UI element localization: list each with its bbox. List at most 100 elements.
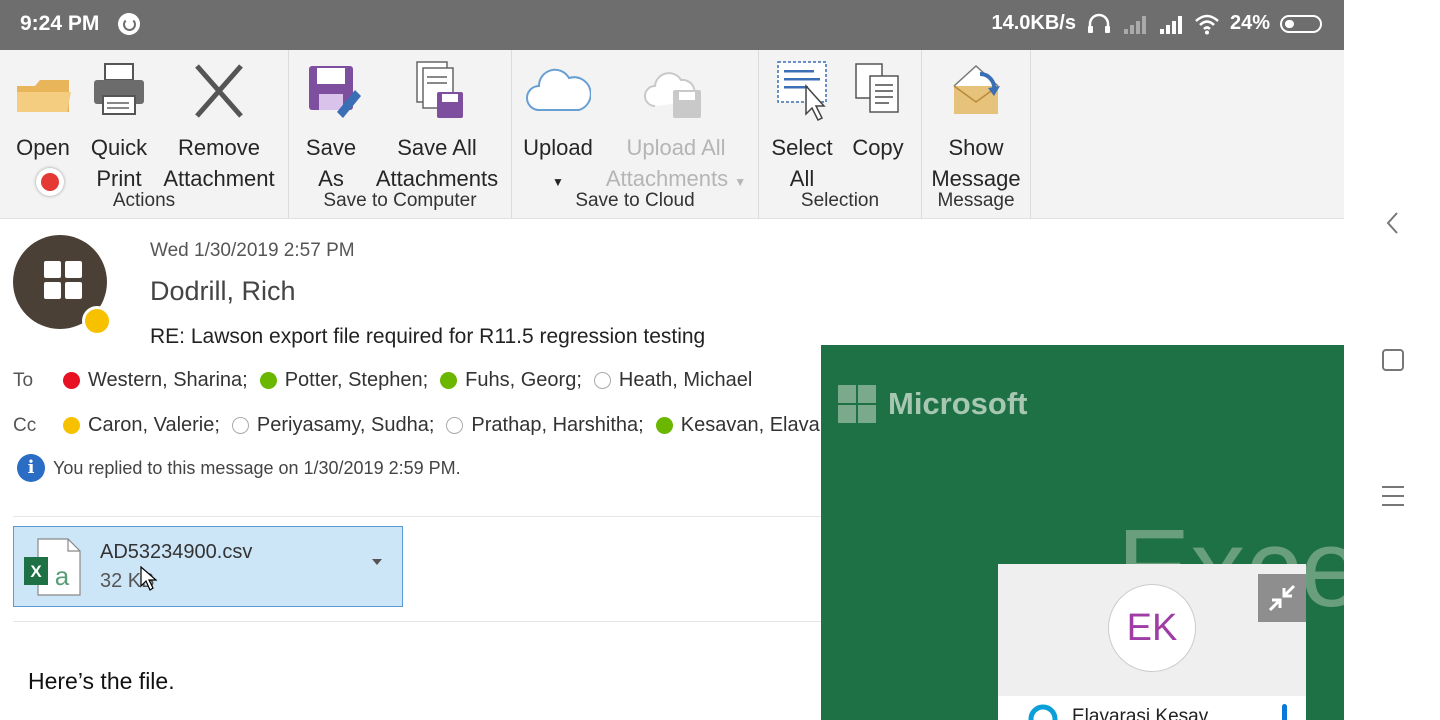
- select-all-icon: [777, 61, 827, 122]
- show-label-1: Show: [948, 135, 1004, 160]
- quick-label-1: Quick: [90, 135, 148, 160]
- headset-icon: [1087, 13, 1110, 33]
- caller-name: Elavarasi Kesav: [1072, 706, 1209, 720]
- status-right: 14.0KB/s 24%: [991, 12, 1322, 35]
- busy-status-icon: [63, 372, 80, 389]
- to-label: To: [13, 369, 34, 391]
- offline-status-icon: [446, 417, 464, 434]
- save-all-label-1: Save All: [397, 135, 477, 160]
- message-date: Wed 1/30/2019 2:57 PM: [150, 240, 355, 261]
- copy-button[interactable]: Copy: [843, 56, 913, 163]
- upload-all-attachments-button[interactable]: Upload All Attachments ▼: [602, 56, 750, 198]
- avatar-grid-icon: [44, 261, 82, 299]
- group-label-selection: Selection: [800, 190, 880, 211]
- status-bar: 9:24 PM 14.0KB/s 24%: [0, 0, 1344, 50]
- recipient[interactable]: Potter, Stephen;: [259, 369, 429, 392]
- remove-label-1: Remove: [178, 135, 260, 160]
- save-icon: [309, 66, 361, 118]
- folder-icon: [17, 80, 71, 112]
- cloud-icon: [526, 68, 591, 111]
- call-window[interactable]: EK Elavarasi Kesav: [998, 564, 1306, 720]
- quick-print-button[interactable]: Quick Print: [84, 56, 154, 194]
- recipient-name: Kesavan, Elava: [680, 414, 820, 436]
- reply-info-bar: i You replied to this message on 1/30/20…: [17, 454, 461, 482]
- cc-recipient[interactable]: Periyasamy, Sudha;: [231, 414, 435, 437]
- mouse-cursor-icon: [140, 566, 158, 591]
- divider: [13, 516, 823, 517]
- available-status-icon: [259, 372, 277, 389]
- caller-avatar: EK: [1108, 584, 1196, 672]
- collapse-button[interactable]: [1258, 574, 1306, 622]
- recipient-name: Periyasamy, Sudha;: [256, 414, 435, 436]
- select-all-button[interactable]: Select All: [765, 56, 839, 194]
- recipient[interactable]: Fuhs, Georg;: [440, 369, 582, 392]
- back-icon[interactable]: [1380, 210, 1406, 236]
- home-icon[interactable]: [1380, 347, 1406, 373]
- microsoft-grid-icon: [838, 385, 876, 423]
- open-button[interactable]: Open: [8, 56, 78, 163]
- recipient-name: Potter, Stephen;: [284, 369, 429, 391]
- save-all-icon: [416, 61, 463, 118]
- cc-recipient[interactable]: Kesavan, Elava: [655, 414, 820, 437]
- to-row: To Western, Sharina; Potter, Stephen; Fu…: [13, 369, 764, 392]
- show-message-button[interactable]: Show Message: [928, 56, 1024, 194]
- recipient[interactable]: Heath, Michael: [593, 369, 753, 392]
- group-selection: Select All Copy Selection: [759, 50, 922, 218]
- printer-icon: [94, 63, 144, 115]
- recipient-name: Caron, Valerie;: [88, 414, 220, 436]
- recipient-name: Heath, Michael: [618, 369, 753, 391]
- recipient[interactable]: Western, Sharina;: [63, 369, 248, 392]
- remove-attachment-button[interactable]: Remove Attachment: [158, 56, 280, 194]
- sender-name[interactable]: Dodrill, Rich: [150, 276, 296, 307]
- save-all-label-2: Attachments: [375, 166, 499, 191]
- open-label: Open: [16, 135, 70, 160]
- cc-label: Cc: [13, 414, 37, 436]
- group-actions: Open Quick Print Remove Attachment Actio…: [0, 50, 289, 218]
- upload-all-label-1: Upload All: [626, 135, 726, 160]
- available-status-icon: [440, 372, 458, 389]
- microsoft-label: Microsoft: [888, 386, 1028, 421]
- android-nav-bar: [1344, 0, 1440, 720]
- offline-status-icon: [593, 372, 611, 389]
- save-as-button[interactable]: Save As: [297, 56, 365, 194]
- info-icon: i: [17, 454, 45, 482]
- save-as-label-2: As: [318, 166, 344, 191]
- sync-icon: [118, 13, 140, 35]
- recipient-name: Fuhs, Georg;: [465, 369, 582, 391]
- attachment-name: AD53234900.csv: [100, 541, 253, 563]
- upload-all-dropdown-icon[interactable]: ▼: [734, 175, 746, 189]
- cloud-save-icon: [644, 72, 701, 118]
- cc-recipient[interactable]: Caron, Valerie;: [63, 414, 220, 437]
- recipient-name: Western, Sharina;: [88, 369, 248, 391]
- svg-text:X: X: [30, 562, 42, 581]
- attachment-ribbon: Open Quick Print Remove Attachment Actio…: [0, 50, 1344, 219]
- group-save-to-cloud: Upload ▼ Upload All Attachments ▼ Save t…: [512, 50, 759, 218]
- group-message: Show Message Message: [922, 50, 1031, 218]
- attachment-card[interactable]: X a AD53234900.csv 32 KB: [13, 526, 403, 607]
- caller-bar: Elavarasi Kesav: [998, 696, 1306, 720]
- upload-button[interactable]: Upload ▼: [518, 56, 598, 198]
- battery-icon: [1280, 14, 1322, 33]
- divider: [13, 621, 823, 622]
- network-speed: 14.0KB/s: [991, 12, 1076, 34]
- signal-icon: [1159, 15, 1182, 34]
- save-all-attachments-button[interactable]: Save All Attachments: [371, 56, 503, 194]
- svg-text:a: a: [55, 561, 70, 591]
- save-as-label-1: Save: [305, 135, 357, 160]
- available-status-icon: [655, 417, 673, 434]
- attachment-dropdown-icon[interactable]: [372, 559, 382, 565]
- upload-dropdown-icon[interactable]: ▼: [552, 175, 564, 189]
- copy-icon: [855, 63, 899, 113]
- recipient-name: Prathap, Harshitha;: [471, 414, 644, 436]
- group-label-message: Message: [937, 190, 1015, 211]
- copy-label: Copy: [852, 135, 904, 160]
- away-status-icon: [63, 417, 80, 434]
- status-time: 9:24 PM: [20, 12, 100, 35]
- skype-ring-icon: [1028, 704, 1058, 720]
- cc-row: Cc Caron, Valerie; Periyasamy, Sudha; Pr…: [13, 414, 832, 437]
- cc-recipient[interactable]: Prathap, Harshitha;: [446, 414, 644, 437]
- upload-all-label-2: Attachments: [605, 166, 729, 191]
- message-subject: RE: Lawson export file required for R11.…: [150, 325, 706, 348]
- menu-icon[interactable]: [1380, 483, 1406, 509]
- signal-weak-icon: [1123, 15, 1146, 34]
